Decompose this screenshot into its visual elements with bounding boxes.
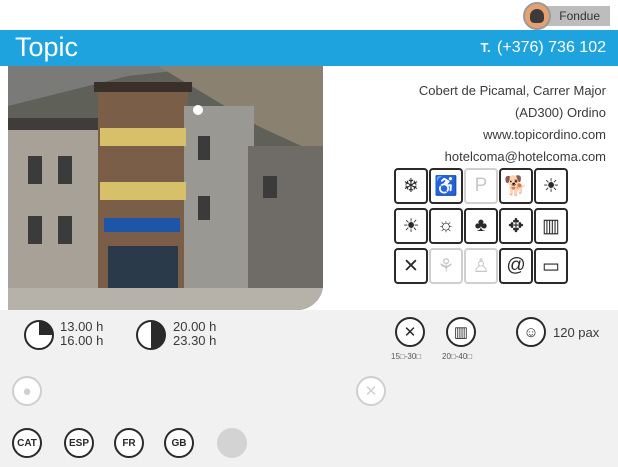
page-title: Topic (15, 32, 79, 62)
menu-price: 15□-30□ (391, 352, 422, 361)
address-postal: (AD300) Ordino (514, 105, 606, 120)
wheelchair-access-icon: ♿ (429, 168, 463, 204)
category-tag[interactable]: Fondue (523, 2, 610, 30)
lunch-close-time: 16.00 h (60, 333, 104, 348)
lunch-clock-icon (24, 320, 54, 350)
hotel-building-photo (8, 66, 323, 310)
lunch-open-time: 13.00 h (60, 319, 104, 334)
dinner-close-time: 23.30 h (173, 333, 217, 348)
gluten-free-icon: ⚘ (429, 248, 463, 284)
terrace-sun-icon: ☀ (534, 168, 568, 204)
hotel-photo (8, 66, 323, 310)
carte-book-icon: ▥ (446, 317, 476, 347)
menu-cutlery-icon: ✕ (395, 317, 425, 347)
menu-book-icon: ▥ (534, 208, 568, 244)
forest-view-icon: ♣ (464, 208, 498, 244)
sun-icon: ☀ (394, 208, 428, 244)
email-link[interactable]: hotelcoma@hotelcoma.com (419, 146, 606, 168)
phone-value: (+376) 736 102 (497, 39, 606, 56)
central-location-icon: ✥ (499, 208, 533, 244)
pets-allowed-icon: 🐕 (499, 168, 533, 204)
address-block: Cobert de Picamal, Carrer Major (AD300) … (419, 80, 606, 168)
parking-icon: P (464, 168, 498, 204)
air-conditioning-icon: ❄ (394, 168, 428, 204)
credit-card-icon: ▭ (534, 248, 568, 284)
close-icon[interactable]: ✕ (356, 376, 386, 406)
website-link[interactable]: www.topicordino.com (419, 124, 606, 146)
language-cat-button[interactable]: CAT (12, 428, 42, 458)
language-fr-button[interactable]: FR (114, 428, 144, 458)
cutlery-icon: ✕ (394, 248, 428, 284)
speech-bubble-icon[interactable] (217, 428, 247, 458)
capacity-value: 120 pax (553, 325, 600, 340)
language-gb-button[interactable]: GB (164, 428, 194, 458)
lock-icon[interactable]: ● (12, 376, 42, 406)
dinner-clock-icon (136, 320, 166, 350)
lunch-hours: 13.00 h 16.00 h (60, 320, 103, 348)
category-label: Fondue (545, 6, 610, 26)
sun-view-icon: ☼ (429, 208, 463, 244)
group-people-icon: ☺ (516, 317, 546, 347)
chef-service-icon: ♙ (464, 248, 498, 284)
dinner-hours: 20.00 h 23.30 h (173, 320, 216, 348)
header-bar: Topic T. (+376) 736 102 (0, 30, 618, 66)
carte-price: 20□-40□ (442, 352, 473, 361)
phone-number[interactable]: T. (+376) 736 102 (480, 39, 606, 57)
phone-prefix: T. (480, 40, 491, 55)
amenities-grid: ❄ ♿ P 🐕 ☀ ☀ ☼ ♣ ✥ ▥ ✕ ⚘ ♙ @ ▭ (394, 168, 568, 288)
address-street: Cobert de Picamal, Carrer Major (418, 83, 606, 98)
email-icon: @ (499, 248, 533, 284)
dinner-open-time: 20.00 h (173, 319, 217, 334)
language-esp-button[interactable]: ESP (64, 428, 94, 458)
